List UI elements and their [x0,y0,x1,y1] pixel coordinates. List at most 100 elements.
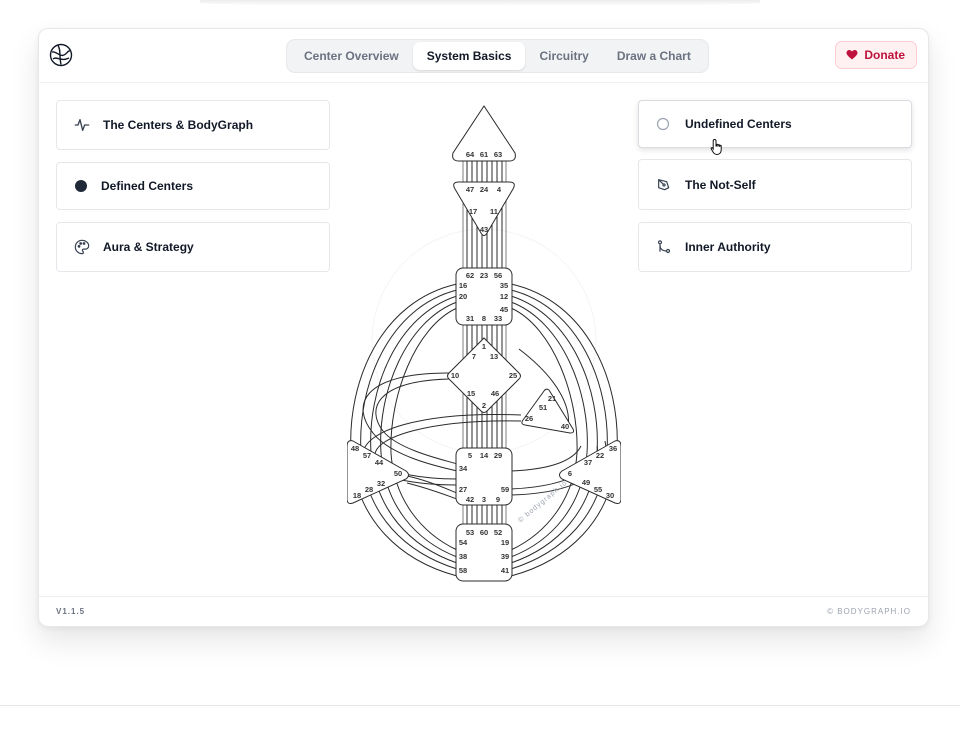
gate-8: 8 [482,314,486,323]
gate-39: 39 [501,552,509,561]
gate-19: 19 [501,538,509,547]
topic-label: The Not-Self [685,177,756,192]
pen-tool-icon [656,177,672,193]
gate-46: 46 [491,389,499,398]
gate-48: 48 [351,444,359,453]
heart-icon [846,50,858,60]
gate-15: 15 [467,389,475,398]
tab-draw-a-chart[interactable]: Draw a Chart [603,42,705,70]
left-arcs [350,283,458,577]
topic-label: Aura & Strategy [103,240,194,254]
gate-24: 24 [480,185,489,194]
gate-63: 63 [494,150,502,159]
gate-6: 6 [568,469,572,478]
gate-28: 28 [365,485,373,494]
filled-circle-icon [73,178,89,194]
gate-36: 36 [609,444,617,453]
gate-41: 41 [501,566,509,575]
empty-circle-icon [655,116,671,132]
gate-40: 40 [561,422,569,431]
gate-42: 42 [466,495,474,504]
topic-not-self[interactable]: The Not-Self [638,159,912,210]
gate-47: 47 [466,185,474,194]
pulse-icon [74,117,90,133]
topic-label: Undefined Centers [685,117,792,131]
gate-60: 60 [480,528,488,537]
gate-61: 61 [480,150,488,159]
topic-defined-centers[interactable]: Defined Centers [56,162,330,210]
gate-49: 49 [582,478,590,487]
gate-29: 29 [494,451,502,460]
top-shadow [200,0,760,6]
gate-12: 12 [500,292,508,301]
gate-37: 37 [584,458,592,467]
gate-7: 7 [472,352,476,361]
palette-icon [74,239,90,255]
gate-62: 62 [466,271,474,280]
gate-17: 17 [469,207,477,216]
gate-32: 32 [377,479,385,488]
gate-2: 2 [482,401,486,410]
gate-56: 56 [494,271,502,280]
gate-9: 9 [496,495,500,504]
gate-30: 30 [606,491,614,500]
bodygraph-chart: © bodygraph.io 64 61 63 47 24 4 17 11 43… [347,105,621,582]
gate-23: 23 [480,271,488,280]
topic-label: Inner Authority [685,240,771,254]
gate-20: 20 [459,292,467,301]
donate-label: Donate [864,48,905,62]
gate-51: 51 [539,403,547,412]
gate-22: 22 [596,451,604,460]
gate-21: 21 [548,394,556,403]
git-branch-icon [656,239,672,255]
gate-11: 11 [490,207,498,216]
gate-43: 43 [480,225,488,234]
gate-25: 25 [509,371,517,380]
gate-1: 1 [482,342,486,351]
gate-58: 58 [459,566,467,575]
header: Center Overview System Basics Circuitry … [39,29,928,83]
copyright-label: © BODYGRAPH.IO [827,607,911,616]
version-label: V1.1.5 [56,607,86,616]
footer: V1.1.5 © BODYGRAPH.IO [39,596,928,626]
gate-59: 59 [501,485,509,494]
globe-logo-icon[interactable] [49,43,73,67]
gate-26: 26 [525,414,533,423]
gate-64: 64 [466,150,475,159]
gate-10: 10 [451,371,459,380]
gate-52: 52 [494,528,502,537]
gate-44: 44 [375,458,384,467]
topic-aura-strategy[interactable]: Aura & Strategy [56,222,330,272]
gate-5: 5 [468,451,472,460]
gate-57: 57 [363,451,371,460]
gate-54: 54 [459,538,468,547]
gate-16: 16 [459,281,467,290]
topic-label: Defined Centers [101,179,194,193]
donate-button[interactable]: Donate [835,41,917,69]
gate-18: 18 [353,491,361,500]
hand-pointer-icon [710,138,722,156]
gate-33: 33 [494,314,502,323]
gate-27: 27 [459,485,467,494]
page-divider [0,705,960,706]
gate-13: 13 [490,352,498,361]
gate-35: 35 [500,281,508,290]
gate-50: 50 [394,469,402,478]
tab-bar: Center Overview System Basics Circuitry … [286,39,709,73]
topic-label: The Centers & BodyGraph [103,118,254,132]
tab-center-overview[interactable]: Center Overview [290,42,413,70]
tab-circuitry[interactable]: Circuitry [525,42,602,70]
topic-inner-authority[interactable]: Inner Authority [638,222,912,272]
gate-55: 55 [594,485,602,494]
gate-45: 45 [500,305,508,314]
gate-53: 53 [466,528,474,537]
app-window: Center Overview System Basics Circuitry … [38,28,929,627]
gate-34: 34 [459,464,468,473]
topic-undefined-centers[interactable]: Undefined Centers [638,100,912,148]
gate-31: 31 [466,314,474,323]
tab-system-basics[interactable]: System Basics [412,42,526,70]
gate-3: 3 [482,495,486,504]
topic-centers-bodygraph[interactable]: The Centers & BodyGraph [56,100,330,150]
gate-38: 38 [459,552,467,561]
gate-14: 14 [480,451,489,460]
